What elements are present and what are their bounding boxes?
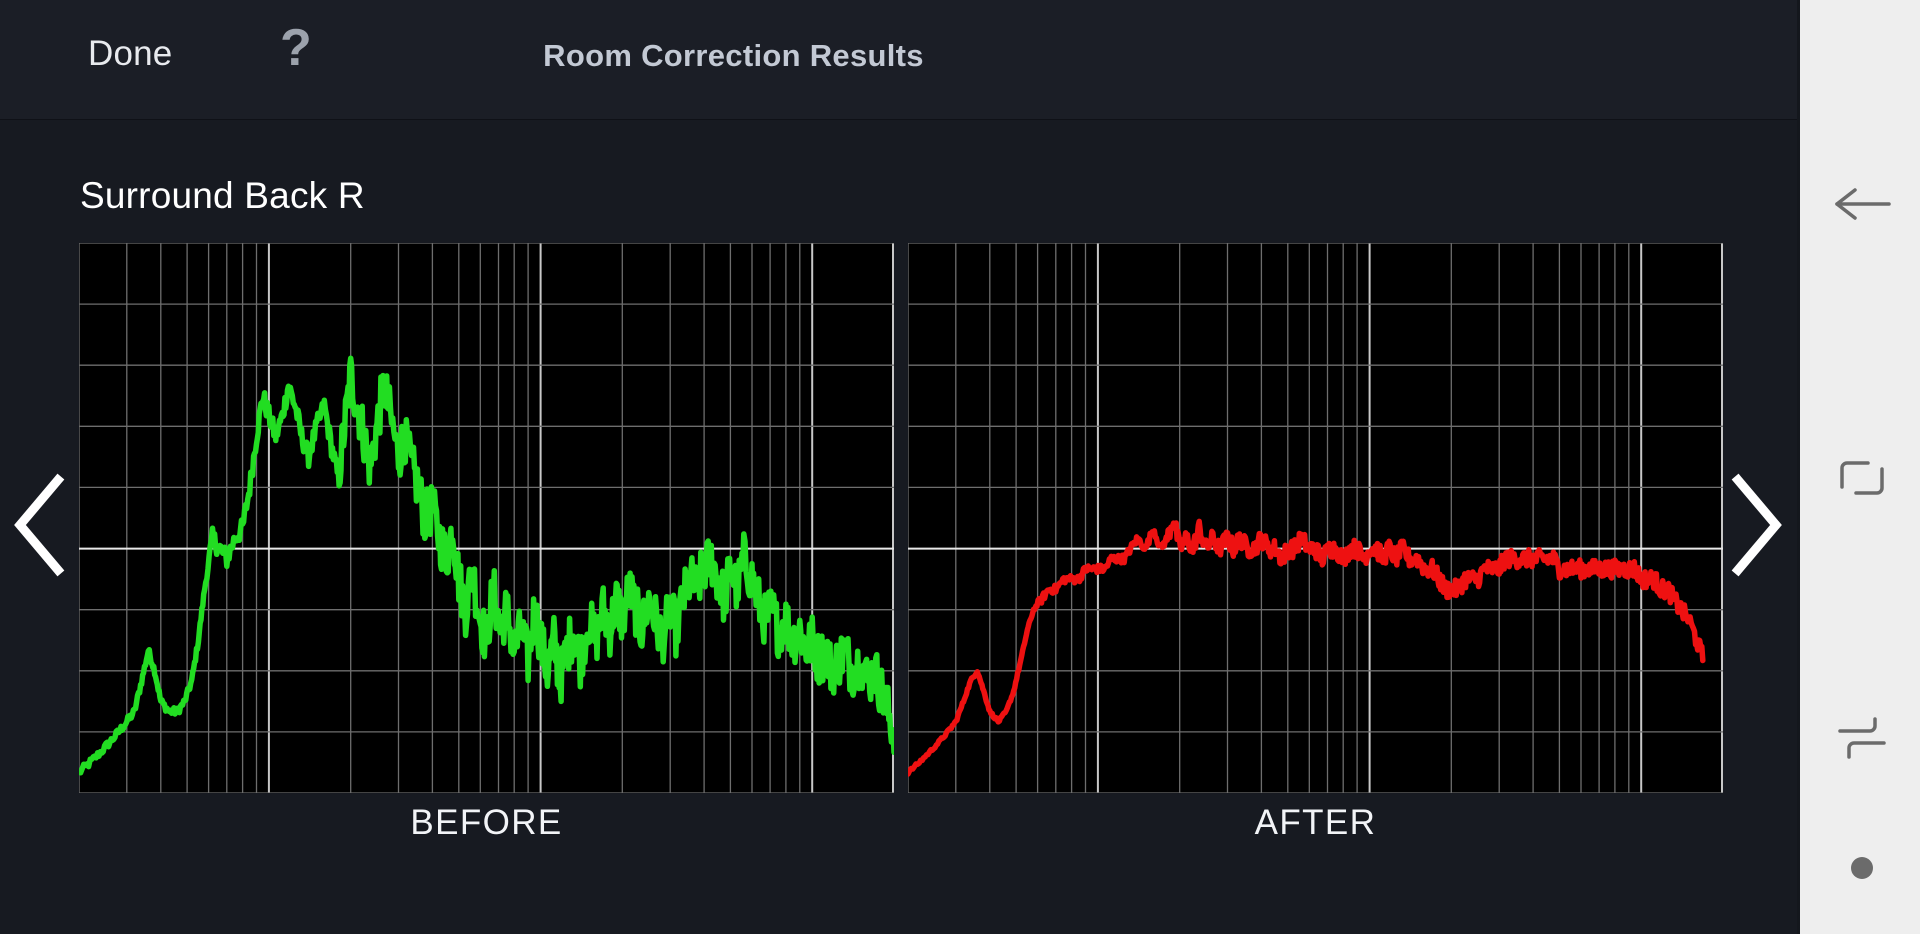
channel-name-label: Surround Back R <box>80 175 365 216</box>
before-caption: BEFORE <box>410 803 563 842</box>
system-navigation-bar <box>1797 0 1920 934</box>
dot-icon[interactable] <box>1800 820 1920 916</box>
app-header: Done ? Room Correction Results <box>0 0 1797 120</box>
before-plot <box>79 243 894 793</box>
dot-glyph <box>1850 857 1873 879</box>
after-frequency-response-graph <box>908 243 1723 793</box>
charts-container: BEFORE AFTER <box>0 243 1797 842</box>
after-chart-block: AFTER <box>908 243 1723 842</box>
split-screen-icon[interactable] <box>1800 690 1920 786</box>
after-plot <box>908 243 1723 793</box>
chevron-left-icon[interactable] <box>8 470 74 580</box>
rounded-square-icon[interactable] <box>1800 430 1920 526</box>
page-title: Room Correction Results <box>0 38 1797 74</box>
before-chart-block: BEFORE <box>79 243 894 842</box>
after-caption: AFTER <box>1254 803 1377 842</box>
chevron-right-icon[interactable] <box>1722 470 1788 580</box>
page-title-text: Room Correction Results <box>543 38 924 73</box>
before-frequency-response-graph <box>79 243 894 793</box>
room-correction-screen: Done ? Room Correction Results Surround … <box>0 0 1797 934</box>
arrow-left-icon[interactable] <box>1800 156 1920 252</box>
